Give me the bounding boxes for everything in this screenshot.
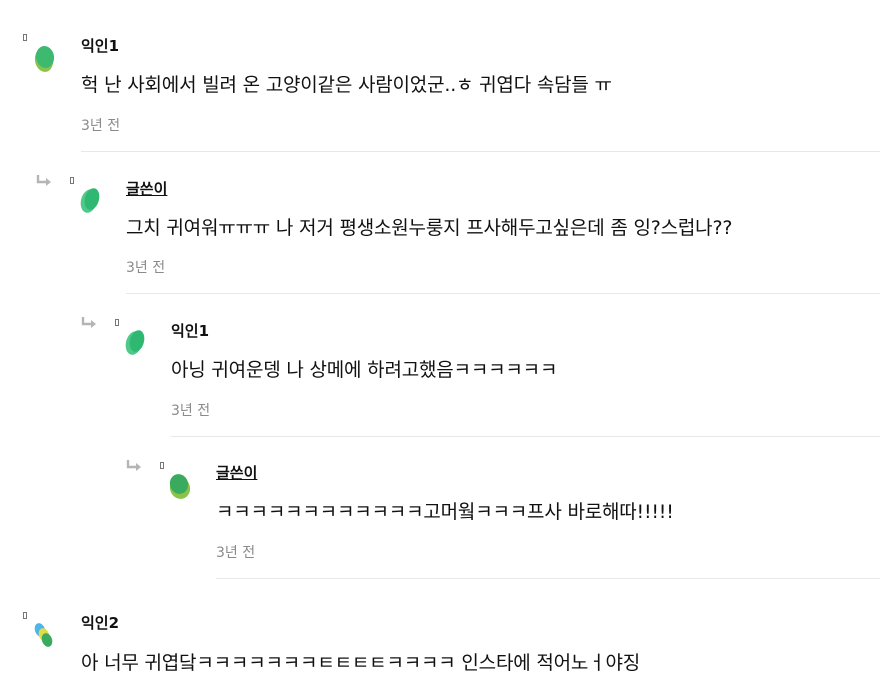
avatar[interactable] xyxy=(77,186,103,216)
comment-author[interactable]: 글쓴이 xyxy=(216,462,257,483)
divider xyxy=(81,151,880,152)
comment-text: 헉 난 사회에서 빌려 온 고양이같은 사람이었군..ㅎ 귀엽다 속담들 ㅠ xyxy=(81,74,612,96)
comment-text: ㅋㅋㅋㅋㅋㅋㅋㅋㅋㅋㅋㅋ고머웤ㅋㅋㅋ프사 바로해따!!!!! xyxy=(216,501,674,523)
reply-arrow-icon xyxy=(36,175,51,186)
divider xyxy=(171,436,880,437)
comment-timestamp: 3년 전 xyxy=(216,545,256,561)
comment-text: 아 너무 귀엽닼ㅋㅋㅋㅋㅋㅋㅋㅌㅌㅌㅌㅋㅋㅋㅋ 인스타에 적어노ㅓ야징 xyxy=(81,652,641,674)
comment-text: 아닝 귀여운뎅 나 상메에 하려고했음ㅋㅋㅋㅋㅋㅋ xyxy=(171,359,558,381)
comment-author[interactable]: 익인1 xyxy=(171,320,209,341)
avatar[interactable] xyxy=(167,471,193,501)
comment-timestamp: 3년 전 xyxy=(171,403,211,419)
comment-author[interactable]: 글쓴이 xyxy=(126,178,167,199)
reply-arrow-icon xyxy=(126,460,141,471)
image-placeholder-icon xyxy=(70,177,74,184)
comment-text: 그치 귀여워ㅠㅠㅠ 나 저거 평생소원누룽지 프사해두고싶은데 좀 잉?스럽나?… xyxy=(126,217,733,239)
divider xyxy=(216,578,880,579)
image-placeholder-icon xyxy=(23,612,27,619)
divider xyxy=(126,293,880,294)
avatar[interactable] xyxy=(122,328,148,358)
comment-timestamp: 3년 전 xyxy=(126,260,166,276)
avatar[interactable] xyxy=(32,44,58,74)
comment-author[interactable]: 익인1 xyxy=(81,35,119,56)
comment-timestamp: 3년 전 xyxy=(81,118,121,134)
comment-author[interactable]: 익인2 xyxy=(81,612,119,633)
avatar[interactable] xyxy=(32,620,58,650)
image-placeholder-icon xyxy=(115,319,119,326)
image-placeholder-icon xyxy=(160,462,164,469)
image-placeholder-icon xyxy=(23,34,27,41)
reply-arrow-icon xyxy=(81,317,96,328)
